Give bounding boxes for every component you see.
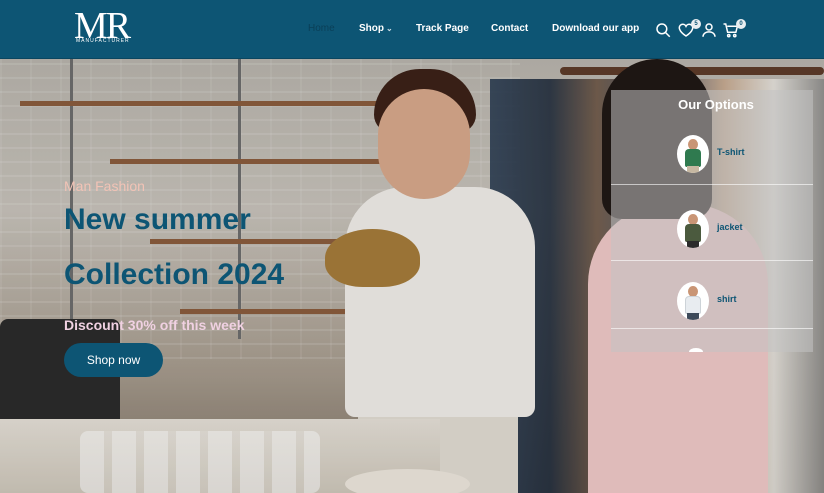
hero-title-line-2: Collection 2024	[64, 258, 285, 291]
nav-shop-label: Shop	[359, 23, 384, 34]
option-label: T-shirt	[717, 147, 745, 157]
hero-discount-text: Discount 30% off this week	[64, 317, 245, 333]
user-icon[interactable]	[700, 21, 718, 39]
jacket-garment	[685, 224, 701, 242]
cart-count-badge: 0	[736, 19, 746, 29]
nav-contact[interactable]: Contact	[491, 23, 528, 37]
nav-shop[interactable]: Shop ⌄	[359, 23, 393, 37]
option-tshirt[interactable]: T-shirt	[611, 125, 813, 183]
tshirt-garment	[685, 149, 701, 167]
nav-home[interactable]: Home	[308, 23, 335, 37]
options-panel: Our Options T-shirt jacket shirt	[611, 90, 813, 352]
search-icon[interactable]	[654, 21, 672, 39]
shop-now-button[interactable]: Shop now	[64, 343, 163, 377]
model-legs	[687, 241, 699, 248]
divider	[611, 328, 813, 329]
option-jacket[interactable]: jacket	[611, 200, 813, 258]
shirt-thumbnail	[677, 282, 709, 320]
divider	[611, 184, 813, 185]
chevron-down-icon: ⌄	[386, 24, 393, 33]
model-legs	[687, 313, 699, 320]
brand-logo[interactable]: MR MANUFACTURER	[74, 6, 140, 50]
model-legs	[687, 166, 699, 173]
hero-title-line-1: New summer	[64, 203, 251, 236]
jacket-thumbnail	[677, 210, 709, 248]
top-navbar: MR MANUFACTURER Home Shop ⌄ Track Page Co…	[0, 0, 824, 59]
divider	[611, 260, 813, 261]
option-label: shirt	[717, 294, 737, 304]
tshirt-thumbnail	[677, 135, 709, 173]
logo-tagline: MANUFACTURER	[76, 38, 130, 44]
option-shirt[interactable]: shirt	[611, 272, 813, 330]
nav-download-app[interactable]: Download our app	[552, 23, 639, 37]
shirt-garment	[685, 296, 701, 314]
next-option-thumbnail[interactable]	[689, 348, 703, 352]
options-title: Our Options	[678, 97, 754, 112]
option-label: jacket	[717, 222, 743, 232]
hero-subtitle: Man Fashion	[64, 178, 145, 194]
nav-track-page[interactable]: Track Page	[416, 23, 469, 37]
